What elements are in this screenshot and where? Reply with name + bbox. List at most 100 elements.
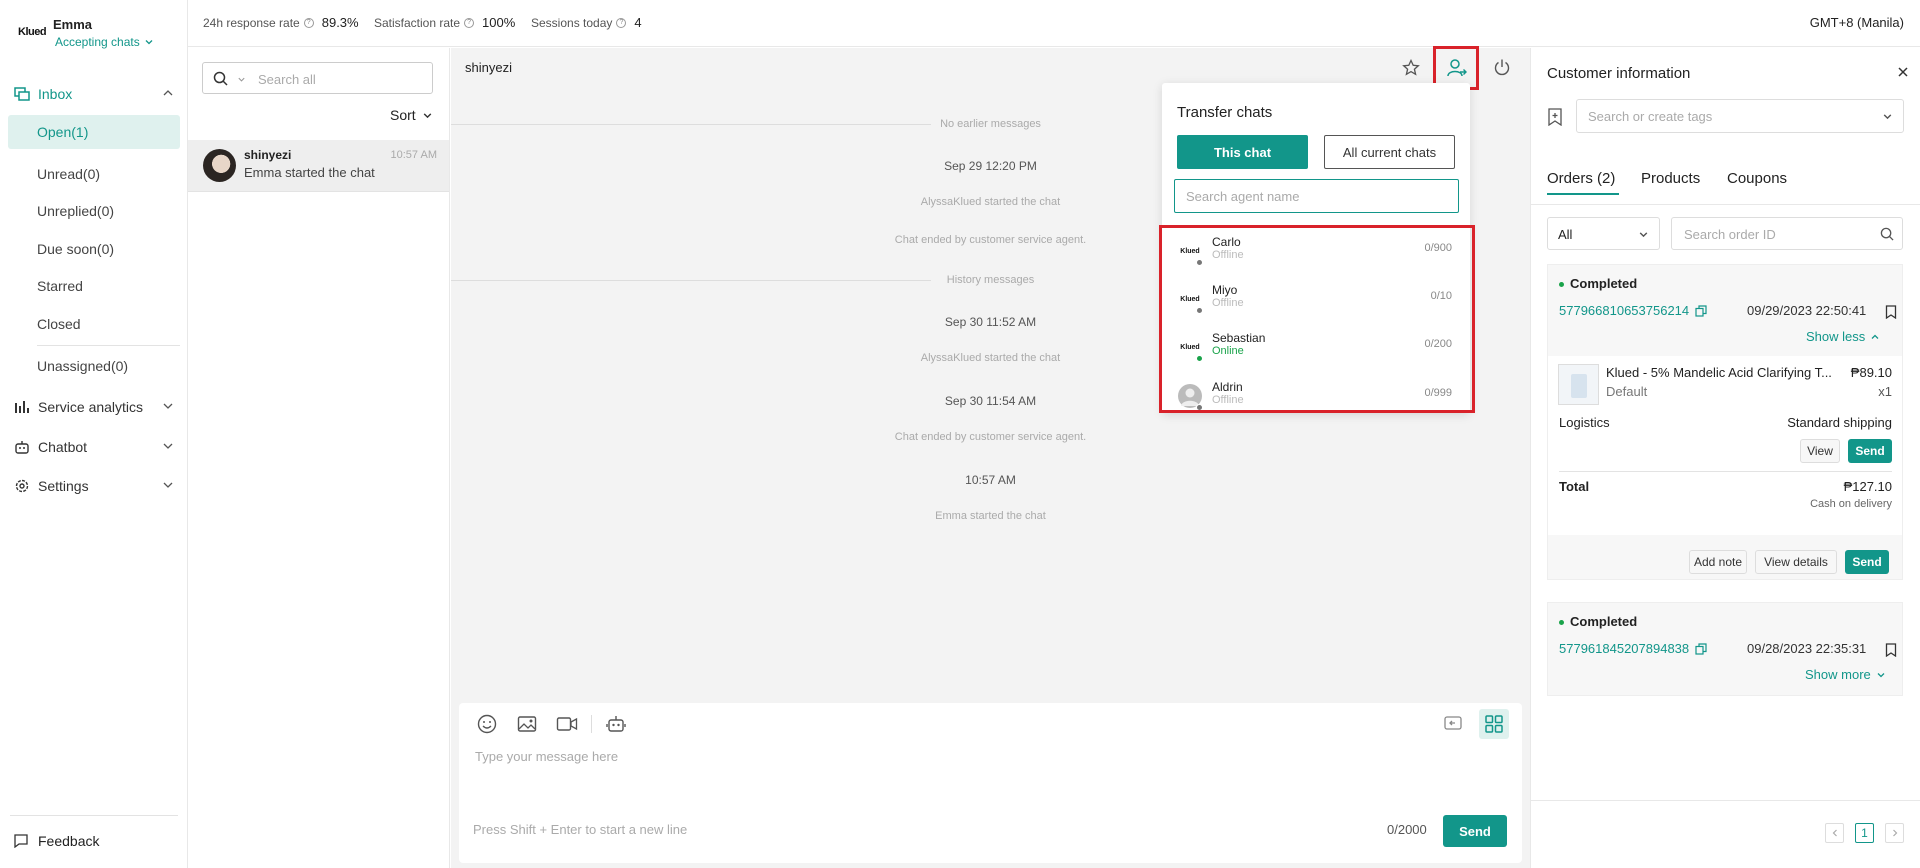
chevron-down-icon	[162, 400, 174, 412]
help-icon[interactable]: ?	[616, 17, 627, 28]
apps-grid-icon[interactable]	[1479, 709, 1509, 739]
sidebar-item-starred[interactable]: Starred	[8, 269, 180, 303]
tab-orders[interactable]: Orders (2)	[1547, 170, 1615, 187]
logistics-value: Standard shipping	[1787, 415, 1892, 430]
order-search[interactable]: Search order ID	[1671, 217, 1903, 250]
close-icon[interactable]	[1896, 65, 1910, 79]
chevron-down-icon[interactable]	[237, 75, 246, 84]
conversation-item[interactable]: shinyezi 10:57 AM Emma started the chat	[188, 140, 449, 192]
nav-group-service-analytics[interactable]: Service analytics	[14, 392, 174, 422]
sort-label: Sort	[390, 107, 416, 123]
divider	[1559, 471, 1892, 472]
robot-icon	[14, 439, 30, 455]
sort-button[interactable]: Sort	[390, 107, 433, 123]
page-button-current[interactable]: 1	[1855, 823, 1874, 843]
power-icon[interactable]	[1493, 58, 1511, 76]
payment-method: Cash on delivery	[1810, 498, 1892, 510]
response-rate-value: 89.3%	[321, 15, 359, 30]
order-card: Completed 577961845207894838 09/28/2023 …	[1547, 602, 1903, 696]
product-name[interactable]: Klued - 5% Mandelic Acid Clarifying T...	[1606, 365, 1832, 380]
order-datetime: 09/28/2023 22:35:31	[1747, 641, 1867, 656]
settings-label: Settings	[38, 478, 89, 494]
sidebar-item-unassigned[interactable]: Unassigned(0)	[8, 349, 180, 383]
system-message: Emma started the chat	[935, 510, 1046, 522]
sidebar-item-unreplied[interactable]: Unreplied(0)	[8, 194, 180, 228]
sidebar: Klued Emma Accepting chats Inbox Open(1)…	[0, 0, 188, 868]
chevron-down-icon	[422, 110, 433, 121]
show-less-toggle[interactable]: Show less	[1806, 329, 1880, 344]
bookmark-icon[interactable]	[1885, 643, 1897, 657]
total-value: ₱127.10	[1843, 479, 1892, 494]
send-logistics-button[interactable]: Send	[1848, 439, 1892, 463]
quick-reply-icon[interactable]	[1443, 714, 1463, 734]
tab-all-current-chats[interactable]: All current chats	[1324, 135, 1455, 169]
agent-search-input[interactable]: Search agent name	[1174, 179, 1459, 213]
order-id-link[interactable]: 577961845207894838	[1559, 641, 1707, 656]
nav-group-chatbot[interactable]: Chatbot	[14, 432, 174, 462]
product-variant: Default	[1606, 384, 1648, 399]
tag-add-icon[interactable]	[1547, 108, 1563, 126]
chevron-up-icon	[162, 87, 174, 99]
sidebar-item-unread[interactable]: Unread(0)	[8, 157, 180, 191]
tab-products[interactable]: Products	[1641, 170, 1700, 187]
composer-hint: Press Shift + Enter to start a new line	[473, 822, 688, 837]
tabs-divider	[1531, 204, 1920, 205]
conversation-list-panel: Search all Sort shinyezi 10:57 AM Emma s…	[188, 48, 450, 868]
nav-group-inbox[interactable]: Inbox	[14, 79, 174, 109]
view-details-button[interactable]: View details	[1755, 550, 1837, 574]
total-label: Total	[1559, 479, 1590, 494]
prev-page-button[interactable]	[1825, 823, 1844, 843]
sidebar-item-closed[interactable]: Closed	[8, 307, 180, 341]
customer-info-panel: Customer information Search or create ta…	[1530, 48, 1920, 868]
logistics-label: Logistics	[1559, 415, 1610, 430]
product-bottle-image	[1571, 374, 1587, 398]
highlight-box	[1159, 225, 1475, 413]
sidebar-item-due-soon[interactable]: Due soon(0)	[8, 232, 180, 266]
help-icon[interactable]: ?	[303, 17, 314, 28]
star-icon[interactable]	[1402, 59, 1420, 77]
sidebar-footer-divider	[10, 815, 178, 816]
agent-status-dropdown[interactable]: Accepting chats	[55, 35, 154, 49]
show-more-label: Show more	[1805, 667, 1871, 682]
chevron-up-icon	[1870, 332, 1880, 342]
order-id: 577961845207894838	[1559, 641, 1690, 656]
stat-satisfaction: Satisfaction rate ? 100%	[374, 15, 515, 30]
stat-sessions: Sessions today ? 4	[531, 15, 642, 30]
image-icon[interactable]	[517, 714, 537, 734]
message-input[interactable]: Type your message here	[475, 749, 618, 764]
help-icon[interactable]: ?	[464, 17, 475, 28]
next-page-button[interactable]	[1885, 823, 1904, 843]
feedback-button[interactable]: Feedback	[14, 833, 99, 849]
system-message: Chat ended by customer service agent.	[894, 431, 1087, 443]
tab-this-chat[interactable]: This chat	[1177, 135, 1308, 169]
send-order-button[interactable]: Send	[1845, 550, 1889, 574]
send-button[interactable]: Send	[1443, 815, 1507, 847]
order-search-input[interactable]: Search order ID	[1684, 227, 1776, 242]
add-note-button[interactable]: Add note	[1689, 550, 1747, 574]
copy-icon[interactable]	[1695, 304, 1707, 317]
show-more-toggle[interactable]: Show more	[1805, 667, 1886, 682]
nav-group-settings[interactable]: Settings	[14, 471, 174, 501]
order-datetime: 09/29/2023 22:50:41	[1747, 303, 1867, 318]
sidebar-item-open[interactable]: Open(1)	[8, 115, 180, 149]
tags-search-dropdown[interactable]: Search or create tags	[1576, 99, 1904, 133]
bookmark-icon[interactable]	[1885, 305, 1897, 319]
emoji-icon[interactable]	[477, 714, 497, 734]
view-logistics-button[interactable]: View	[1800, 439, 1840, 463]
character-counter: 0/2000	[1387, 822, 1427, 837]
order-id-link[interactable]: 577966810653756214	[1559, 303, 1707, 318]
order-filter-select[interactable]: All	[1547, 217, 1660, 250]
product-qty: x1	[1878, 384, 1892, 399]
tab-coupons[interactable]: Coupons	[1727, 170, 1787, 187]
tags-search-input[interactable]: Search or create tags	[1588, 109, 1712, 124]
copy-icon[interactable]	[1695, 642, 1707, 655]
robot-icon[interactable]	[606, 714, 626, 734]
search-icon[interactable]	[1880, 227, 1894, 241]
chevron-down-icon	[162, 479, 174, 491]
video-icon[interactable]	[556, 714, 578, 734]
search-input[interactable]: Search all	[258, 72, 316, 87]
chevron-down-icon	[1638, 229, 1649, 240]
conversation-preview: Emma started the chat	[244, 165, 375, 180]
date-separator: 10:57 AM	[965, 473, 1016, 487]
conversation-search[interactable]: Search all	[202, 62, 433, 94]
